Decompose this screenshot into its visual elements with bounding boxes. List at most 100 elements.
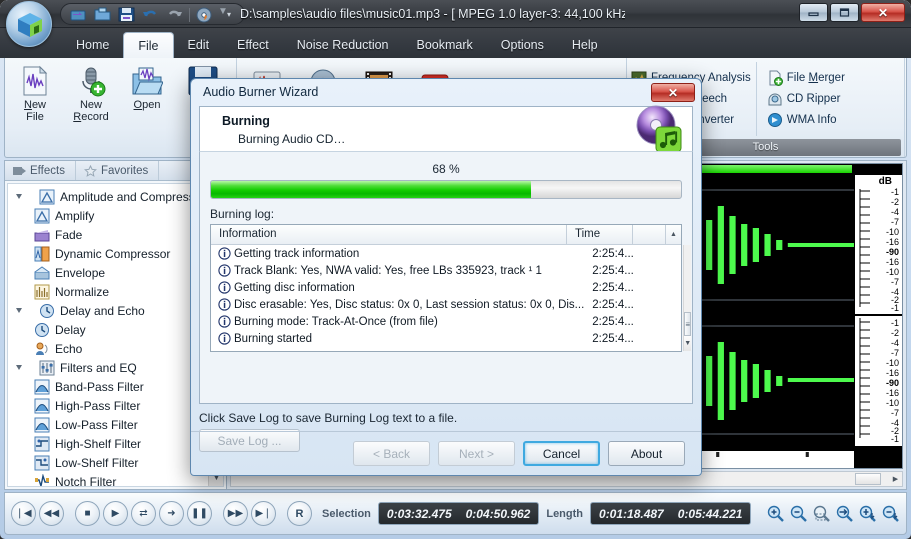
- open-recent-icon[interactable]: [67, 6, 89, 24]
- undo-icon[interactable]: [139, 6, 161, 24]
- maximize-button[interactable]: [830, 3, 859, 22]
- log-row[interactable]: Getting disc information 2:25:4...: [211, 279, 683, 296]
- echo-icon: [36, 342, 48, 355]
- play-button[interactable]: ▶: [103, 501, 128, 526]
- log-row[interactable]: Getting track information 2:25:4...: [211, 245, 683, 262]
- log-scroll-down-arrow-icon[interactable]: ▼: [684, 336, 692, 351]
- db-tick: -2: [890, 328, 899, 338]
- tree-label: High-Shelf Filter: [55, 436, 142, 451]
- next-button[interactable]: Next >: [438, 441, 515, 466]
- info-icon: [218, 332, 231, 345]
- app-logo-orb[interactable]: [6, 1, 52, 47]
- hscroll-thumb[interactable]: [855, 473, 881, 485]
- tab-file[interactable]: File: [123, 32, 174, 58]
- pause-button[interactable]: ❚❚: [187, 501, 212, 526]
- cancel-button[interactable]: Cancel: [523, 441, 600, 466]
- minimize-button[interactable]: [799, 3, 828, 22]
- log-scrollbar[interactable]: ≡ ▼: [683, 245, 692, 351]
- log-scroll-up-arrow-icon[interactable]: ▲: [666, 225, 681, 244]
- save-icon[interactable]: [115, 6, 137, 24]
- info-icon: [218, 247, 231, 260]
- record-button[interactable]: R: [287, 501, 312, 526]
- zoom-full-button[interactable]: [834, 504, 854, 524]
- log-scroll-thumb[interactable]: ≡: [684, 312, 692, 336]
- new-record-label: New Record: [73, 99, 109, 123]
- zoom-in-button[interactable]: [765, 504, 785, 524]
- burning-log-list[interactable]: Information Time ▲ Getting track informa…: [210, 224, 692, 352]
- fast-forward-button[interactable]: ▶▶: [223, 501, 248, 526]
- tab-effect[interactable]: Effect: [223, 32, 283, 58]
- high-shelf-icon: [34, 436, 50, 451]
- expander-icon[interactable]: [14, 305, 25, 316]
- log-row[interactable]: Track Blank: Yes, NWA valid: Yes, free L…: [211, 262, 683, 279]
- log-row-time: 2:25:4...: [592, 264, 634, 277]
- star-icon: [83, 164, 97, 177]
- dialog-close-button[interactable]: ✕: [651, 83, 695, 102]
- db-tick: -16: [885, 388, 899, 398]
- go-to-start-button[interactable]: ❘◀: [11, 501, 36, 526]
- log-row-info: Getting track information: [234, 247, 360, 260]
- db-tick: -10: [885, 358, 899, 368]
- hscroll-right-arrow-icon[interactable]: ▶: [889, 475, 902, 483]
- qat-dropdown-anchor-icon[interactable]: ▼: [218, 6, 228, 17]
- log-col-time[interactable]: Time: [567, 225, 633, 244]
- zoom-vertical-in-button[interactable]: [857, 504, 877, 524]
- log-row[interactable]: Burning mode: Track-At-Once (from file) …: [211, 313, 683, 330]
- new-record-button[interactable]: New Record: [63, 62, 119, 126]
- expander-icon[interactable]: [14, 362, 25, 373]
- selection-time-display[interactable]: 0:03:32.475 0:04:50.962: [377, 502, 540, 525]
- tab-edit[interactable]: Edit: [174, 32, 224, 58]
- log-row-info: Burning mode: Track-At-Once (from file): [234, 315, 438, 328]
- tree-label: Low-Shelf Filter: [55, 455, 139, 470]
- length-time-display[interactable]: 0:01:18.487 0:05:44.221: [590, 502, 752, 525]
- log-row-time: 2:25:4...: [592, 315, 634, 328]
- burn-cd-icon[interactable]: [194, 6, 216, 24]
- tab-effects[interactable]: Effects: [5, 161, 76, 180]
- rewind-button[interactable]: ◀◀: [39, 501, 64, 526]
- about-button[interactable]: About: [608, 441, 685, 466]
- filters-eq-icon: [39, 360, 55, 375]
- cd-ripper-label: CD Ripper: [786, 93, 841, 105]
- cd-ripper-button[interactable]: CD Ripper: [765, 89, 850, 110]
- db-tick: -2: [890, 197, 899, 207]
- tab-effects-label: Effects: [30, 164, 65, 177]
- open-label: Open: [133, 99, 161, 111]
- log-col-information[interactable]: Information: [211, 225, 567, 244]
- wma-info-label: WMA Info: [786, 114, 837, 126]
- log-row[interactable]: Burning started 2:25:4...: [211, 330, 683, 347]
- selection-end-value: 0:04:50.962: [465, 506, 531, 521]
- close-button[interactable]: ✕: [861, 3, 905, 22]
- log-scroll-track[interactable]: ≡: [684, 245, 692, 336]
- loop-button[interactable]: ⇄: [131, 501, 156, 526]
- back-button[interactable]: < Back: [353, 441, 430, 466]
- zoom-selection-button[interactable]: [811, 504, 831, 524]
- stop-button[interactable]: ■: [75, 501, 100, 526]
- tab-bookmark[interactable]: Bookmark: [403, 32, 487, 58]
- log-row-info: Disc erasable: Yes, Disc status: 0x 0, L…: [234, 298, 585, 311]
- file-merger-button[interactable]: File Merger: [765, 68, 850, 89]
- tab-home[interactable]: Home: [62, 32, 123, 58]
- new-file-button[interactable]: New File: [7, 62, 63, 126]
- log-col-extra[interactable]: [633, 225, 666, 244]
- save-log-note: Click Save Log to save Burning Log text …: [199, 411, 458, 425]
- tab-favorites[interactable]: Favorites: [76, 161, 160, 180]
- open-button[interactable]: Open: [119, 62, 175, 114]
- envelope-icon: [34, 265, 50, 279]
- db-tick: -1: [890, 318, 899, 328]
- zoom-out-button[interactable]: [788, 504, 808, 524]
- zoom-vertical-out-button[interactable]: [880, 504, 900, 524]
- play-selection-button[interactable]: ➜: [159, 501, 184, 526]
- toolbar-divider: [189, 7, 190, 22]
- tab-favorites-label: Favorites: [100, 164, 149, 177]
- expander-icon[interactable]: [14, 191, 25, 202]
- tab-noise-reduction[interactable]: Noise Reduction: [283, 32, 403, 58]
- go-to-end-button[interactable]: ▶❘: [251, 501, 276, 526]
- wma-info-button[interactable]: WMA Info: [765, 110, 850, 131]
- open-folder-icon[interactable]: [91, 6, 113, 24]
- tab-options[interactable]: Options: [487, 32, 558, 58]
- tab-help[interactable]: Help: [558, 32, 612, 58]
- tree-label: Band-Pass Filter: [55, 379, 144, 394]
- total-length-value: 0:05:44.221: [677, 506, 743, 521]
- db-scale-right: -1 -2 -4 -7 -10 -16 -90 -16 -10 -7 -4 -2…: [854, 316, 902, 446]
- log-row[interactable]: Disc erasable: Yes, Disc status: 0x 0, L…: [211, 296, 683, 313]
